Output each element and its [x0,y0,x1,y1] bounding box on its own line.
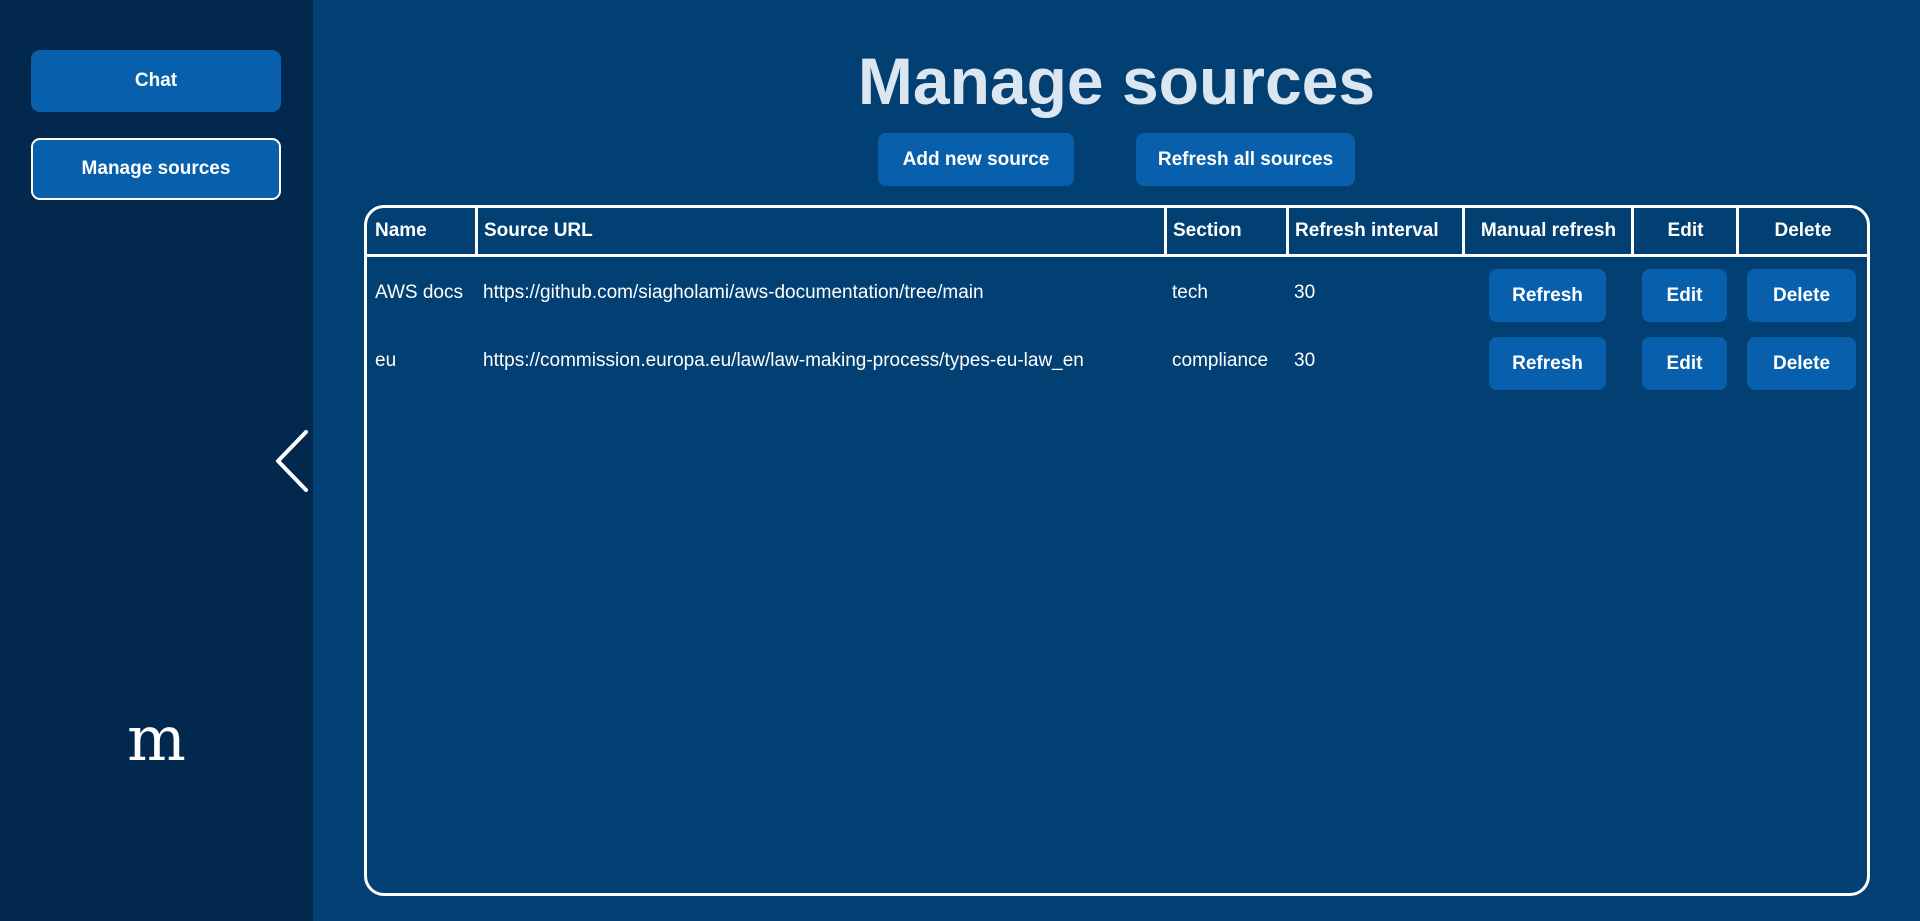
column-header-source-url: Source URL [475,208,1165,254]
cell-source-url: https://github.com/siagholami/aws-docume… [483,282,984,303]
app-logo: m [127,702,186,775]
manage-sources-button[interactable]: Manage sources [31,138,281,200]
cell-name: eu [375,350,397,371]
sources-table: Name Source URL Section Refresh interval… [364,205,1870,896]
page-title: Manage sources [857,44,1376,118]
table-row: eu https://commission.europa.eu/law/law-… [367,331,1867,391]
column-header-manual-refresh: Manual refresh [1462,208,1632,254]
delete-button[interactable]: Delete [1747,269,1856,322]
column-header-section: Section [1164,208,1286,254]
refresh-button[interactable]: Refresh [1489,269,1606,322]
column-header-name: Name [375,220,427,241]
table-row: AWS docs https://github.com/siagholami/a… [367,263,1867,323]
cell-name: AWS docs [375,282,463,303]
refresh-all-sources-button[interactable]: Refresh all sources [1136,133,1355,186]
cell-refresh-interval: 30 [1294,350,1316,371]
cell-refresh-interval: 30 [1294,282,1316,303]
cell-section: compliance [1172,350,1269,371]
column-header-edit: Edit [1631,208,1737,254]
edit-button[interactable]: Edit [1642,337,1727,390]
refresh-button[interactable]: Refresh [1489,337,1606,390]
chat-button[interactable]: Chat [31,50,281,112]
sidebar: Chat Manage sources m [0,0,313,921]
chevron-left-icon[interactable] [272,428,312,494]
table-header: Name Source URL Section Refresh interval… [367,208,1867,257]
cell-section: tech [1172,282,1208,303]
edit-button[interactable]: Edit [1642,269,1727,322]
column-header-delete: Delete [1736,208,1867,254]
column-header-refresh-interval: Refresh interval [1286,208,1462,254]
delete-button[interactable]: Delete [1747,337,1856,390]
add-new-source-button[interactable]: Add new source [878,133,1074,186]
cell-source-url: https://commission.europa.eu/law/law-mak… [483,350,1084,371]
